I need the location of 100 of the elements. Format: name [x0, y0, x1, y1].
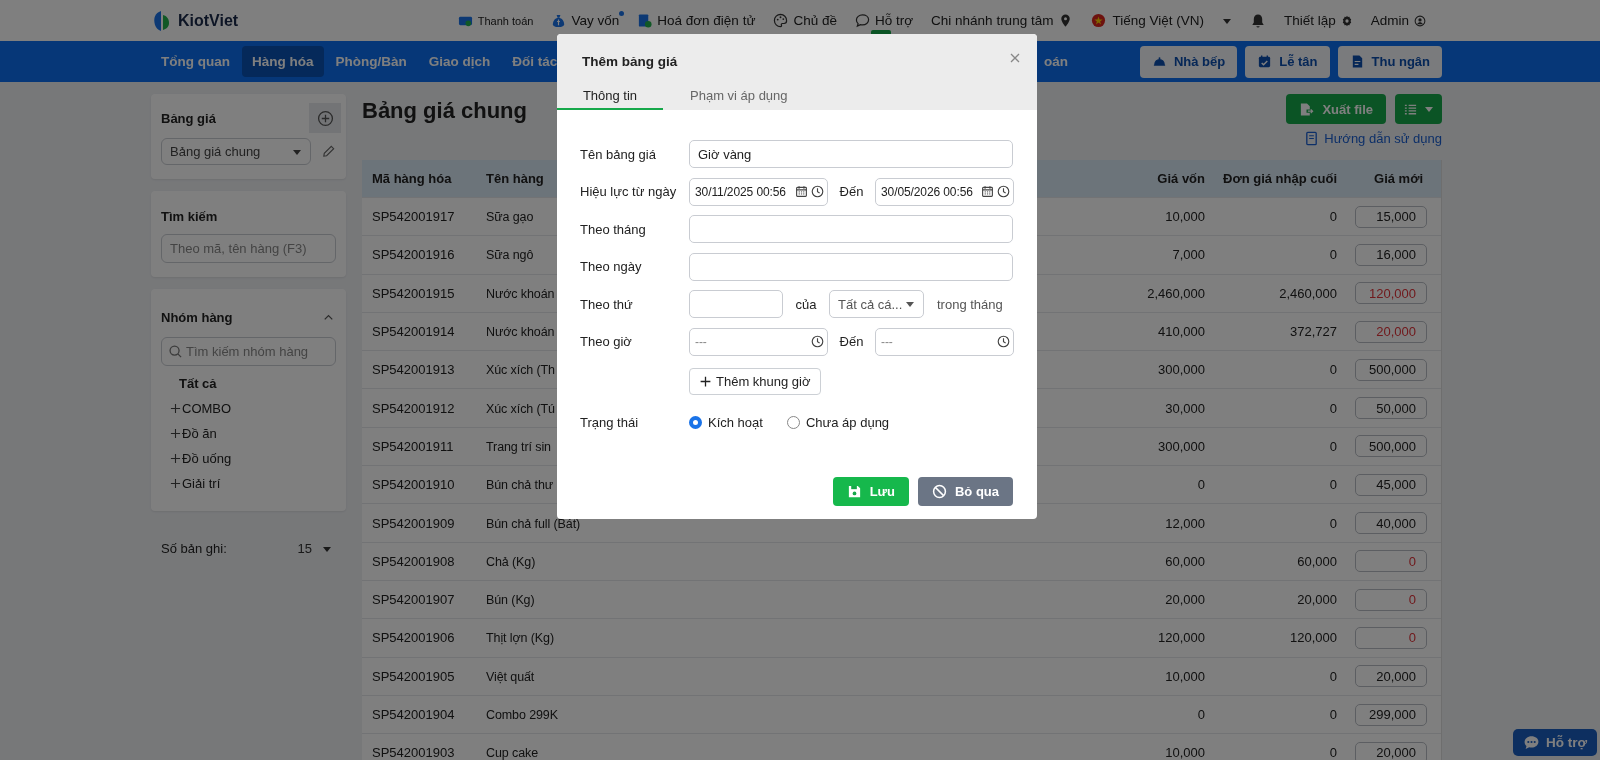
top-bar-link[interactable]: Hỗ trợ: [854, 13, 914, 28]
nav-button[interactable]: Nhà bếp: [1139, 45, 1238, 78]
table-cell: Việt quất: [486, 669, 535, 684]
price-input[interactable]: 20,000: [1355, 665, 1427, 688]
tab[interactable]: Thông tin: [557, 82, 663, 110]
support-button[interactable]: Hỗ trợ: [1513, 729, 1598, 756]
field-text: của: [794, 296, 818, 312]
nav-button[interactable]: Lễ tân: [1245, 45, 1330, 78]
pencil-icon[interactable]: [321, 144, 336, 159]
text-field[interactable]: [689, 215, 1013, 243]
weekday-select[interactable]: Tất cả cá...: [829, 290, 924, 318]
table-cell: Sữa gạo: [486, 210, 534, 225]
table-cell-text: 10,000: [1164, 745, 1206, 760]
price-input[interactable]: 500,000: [1355, 435, 1427, 458]
nav-tab[interactable]: Hàng hóa: [242, 46, 324, 77]
nav-tab[interactable]: Giao dịch: [418, 46, 501, 77]
time-field[interactable]: ---: [875, 327, 1014, 356]
table-cell: Bún chả full (Bát): [486, 516, 581, 531]
cancel-button[interactable]: Bỏ qua: [917, 476, 1013, 506]
price-input[interactable]: 0: [1355, 550, 1427, 573]
calendar-icon: [981, 184, 994, 198]
price-input[interactable]: 120,000: [1355, 282, 1427, 305]
price-input[interactable]: 0: [1355, 588, 1427, 611]
nav-tab[interactable]: oán: [1033, 46, 1078, 77]
table-cell: Xúc xích (Tú: [486, 401, 555, 416]
search-field[interactable]: Theo mã, tên hàng (F3): [161, 234, 336, 263]
range-label: Đến: [838, 184, 865, 199]
table-cell-text: SP542001915: [371, 285, 456, 301]
language-selector[interactable]: Tiếng Việt (VN): [1112, 13, 1204, 28]
table-cell-text: 20,000: [1296, 592, 1338, 608]
expand-icon[interactable]: [170, 478, 181, 489]
tree-item[interactable]: Đồ ăn: [182, 426, 217, 441]
price-input[interactable]: 16,000: [1355, 243, 1427, 266]
expand-icon[interactable]: [170, 428, 181, 439]
price-input[interactable]: 0: [1355, 626, 1427, 649]
table-cell-text: 20,000: [1164, 592, 1206, 608]
radio-option[interactable]: Chưa áp dụng: [786, 415, 890, 430]
expand-icon[interactable]: [170, 403, 181, 414]
radio-option[interactable]: Kích hoạt: [689, 415, 763, 430]
view-options-button[interactable]: [1395, 94, 1442, 124]
date-time-field[interactable]: 30/05/2026 00:56: [875, 177, 1014, 206]
tree-item[interactable]: Đồ uống: [182, 451, 232, 466]
text-field[interactable]: [689, 252, 1013, 281]
table-cell-text: SP542001906: [371, 630, 456, 646]
group-search-field[interactable]: Tìm kiếm nhóm hàng: [161, 337, 336, 366]
price-input[interactable]: 500,000: [1355, 358, 1427, 381]
branch-name[interactable]: Chi nhánh trung tâm: [931, 13, 1054, 28]
palette-icon: [773, 13, 789, 28]
table-cell-text: 410,000: [1157, 324, 1206, 340]
table-cell-text: 0: [1328, 745, 1338, 760]
table-cell-text: 120,000: [1157, 630, 1206, 646]
price-input[interactable]: 45,000: [1355, 473, 1427, 496]
field-label: Theo ngày: [580, 259, 643, 274]
table-cell-text: SP542001909: [371, 515, 456, 531]
table-cell-text: SP542001912: [371, 400, 456, 416]
user-name[interactable]: Admin: [1370, 13, 1409, 28]
nav-tab[interactable]: Tổng quan: [151, 46, 240, 77]
price-input[interactable]: 20,000: [1355, 320, 1427, 343]
caret-icon: [322, 544, 332, 553]
text-field[interactable]: Giờ vàng: [689, 140, 1013, 168]
table-cell-text: SP542001903: [371, 745, 456, 760]
table-cell-text: 0: [1196, 707, 1206, 722]
table-cell-text: SP542001904: [371, 707, 456, 722]
top-bar-link[interactable]: Chủ đề: [773, 13, 837, 28]
nav-tab[interactable]: Phòng/Bàn: [325, 46, 417, 77]
table-cell-text: 30,000: [1164, 400, 1206, 416]
save-button[interactable]: Lưu: [832, 476, 909, 506]
table-cell-text: 0: [1328, 362, 1338, 378]
page-size-select[interactable]: 15: [297, 541, 332, 556]
top-bar-link[interactable]: Vay vốn: [551, 13, 620, 28]
time-field[interactable]: ---: [689, 327, 828, 356]
chat-icon: [854, 13, 870, 28]
price-input[interactable]: 40,000: [1355, 512, 1427, 534]
text-field[interactable]: [689, 290, 783, 318]
price-input[interactable]: 299,000: [1355, 703, 1427, 726]
save-icon: [846, 483, 862, 499]
guide-link[interactable]: Hướng dẫn sử dụng: [1304, 131, 1442, 146]
nav-button[interactable]: Thu ngân: [1337, 45, 1442, 78]
records-label: Số bản ghi:: [161, 541, 227, 556]
price-input[interactable]: 15,000: [1355, 205, 1427, 228]
settings-link[interactable]: Thiết lập: [1283, 13, 1336, 28]
add-time-slot-button[interactable]: Thêm khung giờ: [689, 367, 821, 395]
price-input[interactable]: 20,000: [1355, 741, 1427, 760]
panel-title: Bảng giá: [161, 110, 216, 126]
expand-icon[interactable]: [170, 453, 181, 464]
field-label: Theo thứ: [580, 296, 634, 312]
table-cell-text: 300,000: [1157, 438, 1206, 454]
ban-icon: [931, 483, 947, 499]
money-bag-icon: [551, 13, 567, 28]
top-bar-link[interactable]: Hoá đơn điện tử: [637, 13, 756, 28]
table-cell: Bún chả thư: [486, 478, 554, 493]
add-button[interactable]: [309, 103, 341, 133]
tree-item[interactable]: Giải trí: [182, 476, 221, 491]
date-time-field[interactable]: 30/11/2025 00:56: [689, 177, 828, 206]
tab[interactable]: Phạm vi áp dụng: [663, 82, 798, 110]
top-bar-link[interactable]: Thanh toán: [457, 13, 534, 28]
price-list-select[interactable]: Bảng giá chung: [161, 138, 311, 165]
tree-item[interactable]: Tất cả: [161, 366, 336, 397]
price-input[interactable]: 50,000: [1355, 397, 1427, 420]
tree-item[interactable]: COMBO: [182, 401, 232, 416]
